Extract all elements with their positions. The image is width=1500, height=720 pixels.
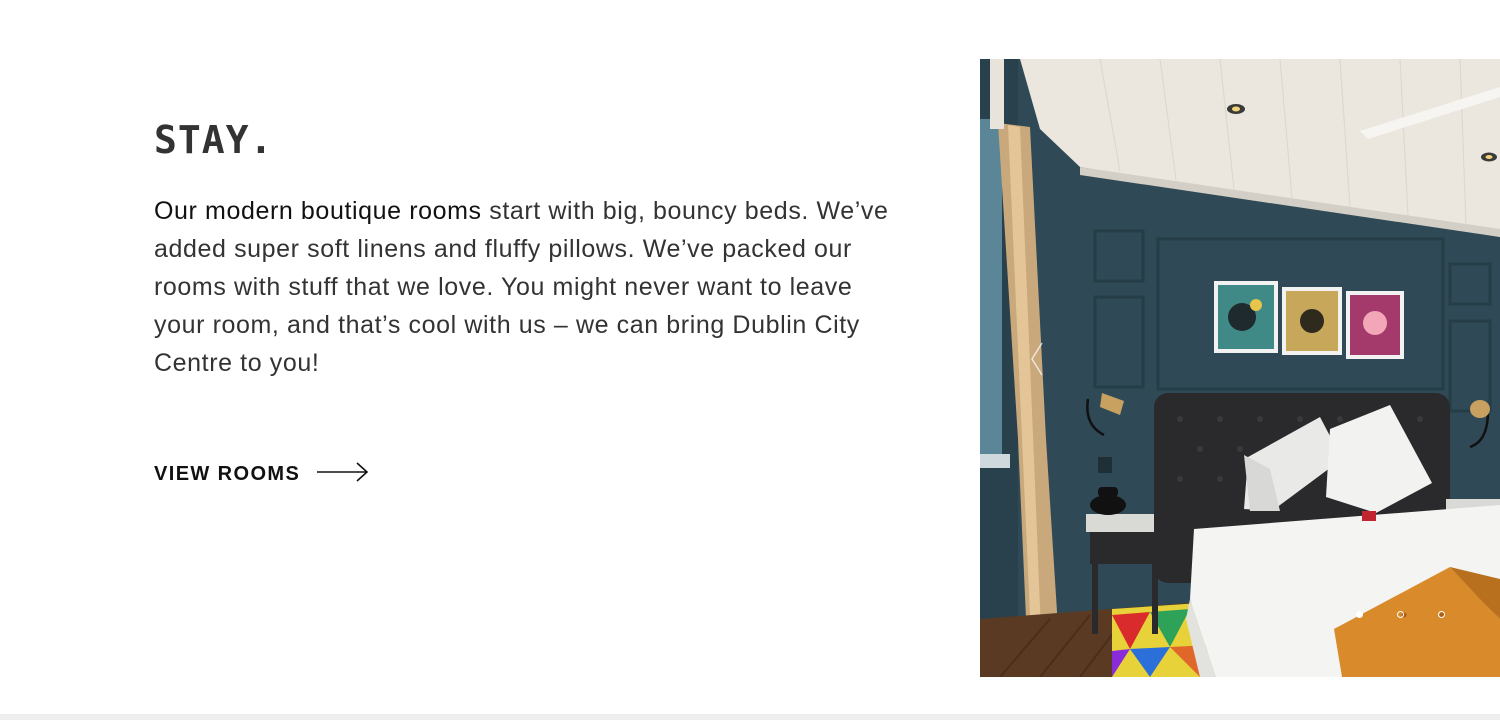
carousel-dot[interactable] [1438,611,1445,618]
carousel-dot[interactable] [1356,611,1363,618]
carousel-prev-icon[interactable] [1028,339,1048,379]
carousel-dot[interactable] [1397,611,1404,618]
view-rooms-label: VIEW ROOMS [154,463,301,485]
arrow-right-icon [316,460,370,489]
view-rooms-button[interactable]: VIEW ROOMS [154,460,370,489]
modern-boutique-rooms-link[interactable]: Our modern boutique rooms [154,197,482,225]
section-heading: STAY. [154,118,274,162]
hotel-room-photo-carousel[interactable] [980,59,1500,677]
section-divider [0,714,1500,720]
section-description: Our modern boutique rooms start with big… [154,192,894,382]
hotel-room-photo [980,59,1500,677]
stay-content: STAY. Our modern boutique rooms start wi… [154,118,914,407]
carousel-dots [1356,611,1445,618]
